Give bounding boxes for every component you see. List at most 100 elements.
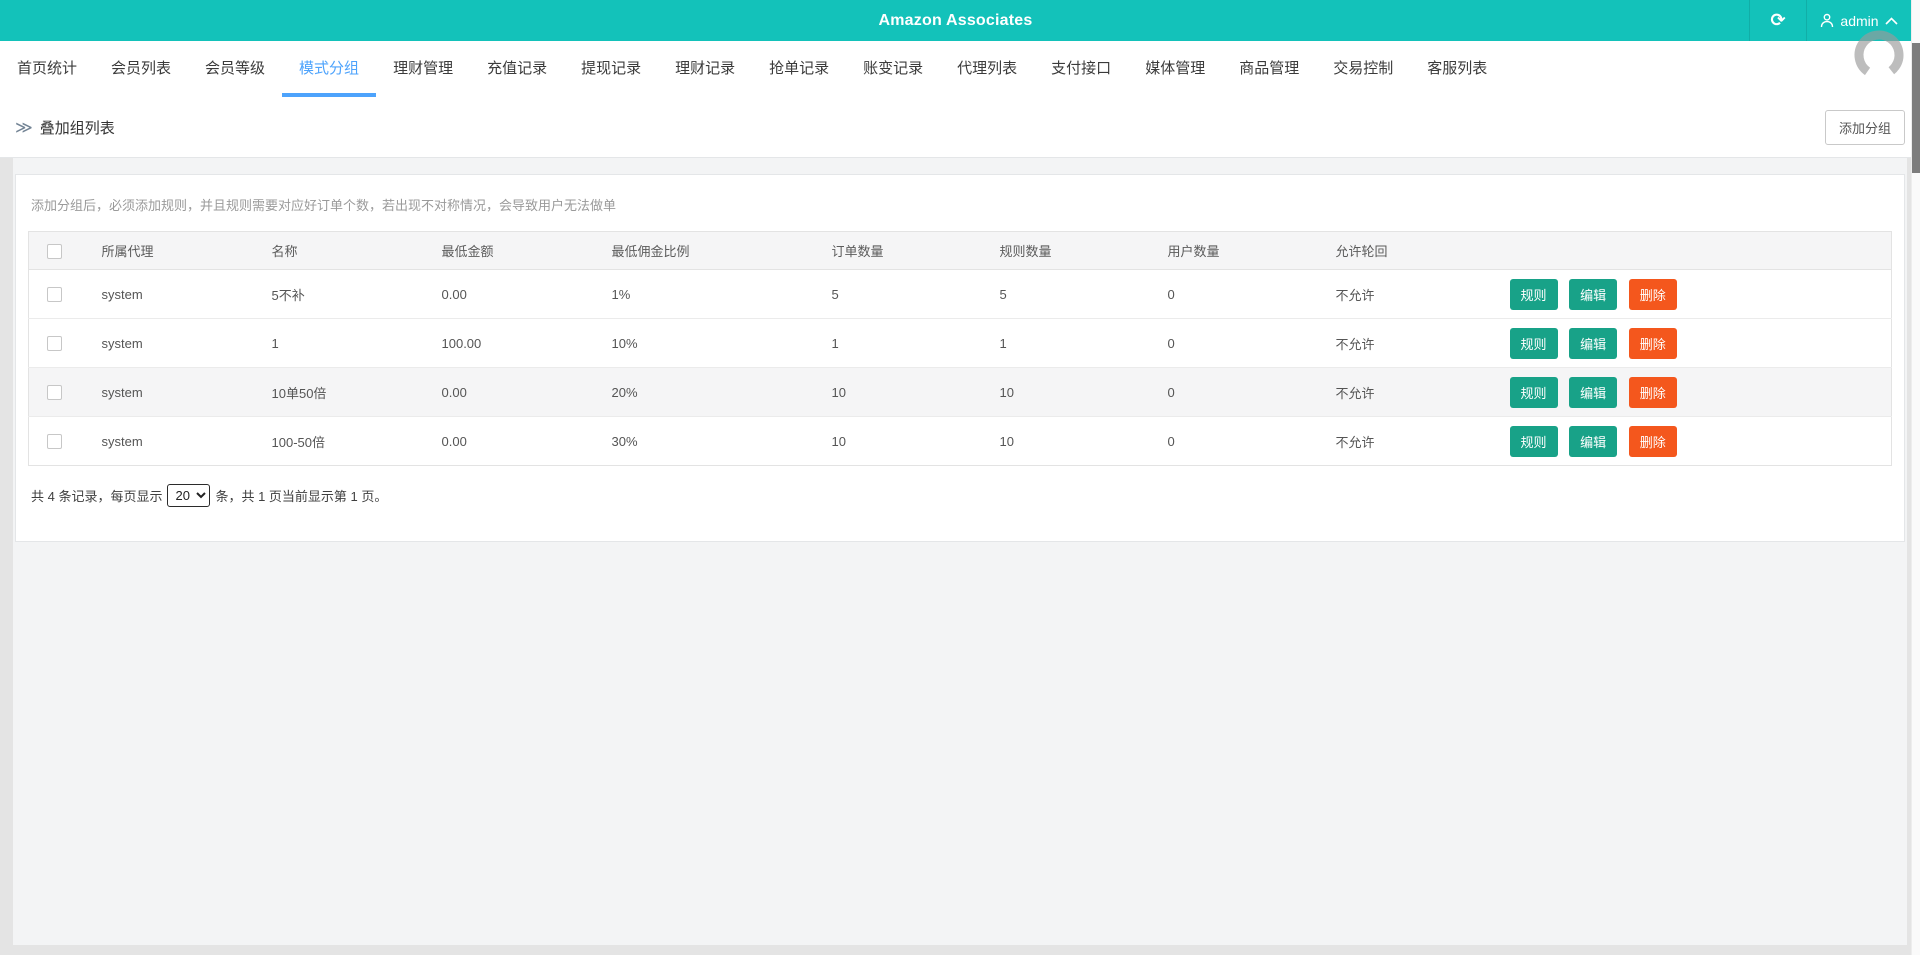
col-rule-count: 规则数量 bbox=[981, 231, 1150, 270]
refresh-icon: ⟳ bbox=[1770, 10, 1786, 30]
app-header: Amazon Associates ⟳ admin bbox=[0, 0, 1911, 41]
row-checkbox[interactable] bbox=[47, 287, 62, 303]
username-label: admin bbox=[1840, 12, 1879, 29]
tab-home-stats[interactable]: 首页统计 bbox=[0, 41, 94, 97]
cell-name: 100-50倍 bbox=[253, 416, 424, 466]
cell-min-amount: 0.00 bbox=[423, 416, 594, 466]
cell-allow-cycle: 不允许 bbox=[1317, 367, 1488, 417]
cell-min-commission: 10% bbox=[593, 318, 814, 368]
cell-rule-count: 10 bbox=[981, 416, 1150, 466]
main-nav-tabs: 首页统计 会员列表 会员等级 模式分组 理财管理 充值记录 提现记录 理财记录 … bbox=[0, 41, 1920, 97]
cell-order-count: 5 bbox=[813, 269, 982, 319]
pagination-suffix: 条，共 1 页当前显示第 1 页。 bbox=[215, 489, 388, 504]
edit-button[interactable]: 编辑 bbox=[1569, 425, 1618, 457]
tab-agent-list[interactable]: 代理列表 bbox=[940, 41, 1034, 97]
tab-finance-records[interactable]: 理财记录 bbox=[658, 41, 752, 97]
table-row: system 1 100.00 10% 1 1 0 不允许 规则 编辑 删除 bbox=[28, 318, 1892, 368]
col-user-count: 用户数量 bbox=[1149, 231, 1318, 270]
edit-button[interactable]: 编辑 bbox=[1569, 327, 1618, 359]
tab-product-manage[interactable]: 商品管理 bbox=[1222, 41, 1316, 97]
row-checkbox[interactable] bbox=[47, 336, 62, 352]
cell-order-count: 1 bbox=[813, 318, 982, 368]
row-checkbox[interactable] bbox=[47, 385, 62, 401]
add-group-button[interactable]: 添加分组 bbox=[1824, 109, 1905, 145]
table-row: system 100-50倍 0.00 30% 10 10 0 不允许 规则 编… bbox=[28, 416, 1892, 466]
cell-allow-cycle: 不允许 bbox=[1317, 318, 1488, 368]
app-title: Amazon Associates bbox=[878, 11, 1033, 29]
page-wrapper: 添加分组后，必须添加规则，并且规则需要对应好订单个数，若出现不对称情况，会导致用… bbox=[13, 158, 1907, 945]
col-order-count: 订单数量 bbox=[813, 231, 982, 270]
cell-min-commission: 1% bbox=[593, 269, 814, 319]
pagination-prefix: 共 4 条记录，每页显示 bbox=[31, 489, 163, 504]
tab-account-change-records[interactable]: 账变记录 bbox=[846, 41, 940, 97]
rule-button[interactable]: 规则 bbox=[1509, 376, 1558, 408]
cell-agent: system bbox=[83, 318, 254, 368]
rule-button[interactable]: 规则 bbox=[1509, 327, 1558, 359]
tab-grab-order-records[interactable]: 抢单记录 bbox=[752, 41, 846, 97]
vertical-scrollbar[interactable] bbox=[1911, 0, 1920, 955]
tab-mode-group[interactable]: 模式分组 bbox=[282, 41, 377, 97]
tab-payment-api[interactable]: 支付接口 bbox=[1034, 41, 1128, 97]
cell-min-amount: 100.00 bbox=[423, 318, 594, 368]
cell-order-count: 10 bbox=[813, 367, 982, 417]
delete-button[interactable]: 删除 bbox=[1628, 327, 1677, 359]
cell-allow-cycle: 不允许 bbox=[1317, 416, 1488, 466]
cell-min-amount: 0.00 bbox=[423, 269, 594, 319]
delete-button[interactable]: 删除 bbox=[1628, 376, 1677, 408]
cell-min-commission: 20% bbox=[593, 367, 814, 417]
tab-member-list[interactable]: 会员列表 bbox=[94, 41, 188, 97]
tab-member-level[interactable]: 会员等级 bbox=[188, 41, 282, 97]
col-agent: 所属代理 bbox=[83, 231, 254, 270]
header-right-controls: ⟳ admin bbox=[1749, 0, 1911, 41]
group-table: 所属代理 名称 最低金额 最低佣金比例 订单数量 规则数量 用户数量 允许轮回 … bbox=[28, 231, 1892, 466]
col-min-commission: 最低佣金比例 bbox=[593, 231, 814, 270]
table-header-row: 所属代理 名称 最低金额 最低佣金比例 订单数量 规则数量 用户数量 允许轮回 bbox=[28, 231, 1892, 270]
cell-name: 10单50倍 bbox=[253, 367, 424, 417]
cell-agent: system bbox=[83, 367, 254, 417]
cell-name: 5不补 bbox=[253, 269, 424, 319]
tab-trade-control[interactable]: 交易控制 bbox=[1316, 41, 1410, 97]
tab-media-manage[interactable]: 媒体管理 bbox=[1128, 41, 1222, 97]
rule-button[interactable]: 规则 bbox=[1509, 278, 1558, 310]
col-allow-cycle: 允许轮回 bbox=[1317, 231, 1488, 270]
refresh-button[interactable]: ⟳ bbox=[1749, 0, 1807, 41]
cell-user-count: 0 bbox=[1149, 269, 1318, 319]
edit-button[interactable]: 编辑 bbox=[1569, 376, 1618, 408]
cell-min-commission: 30% bbox=[593, 416, 814, 466]
breadcrumb-chevron-icon: ≫ bbox=[15, 117, 33, 137]
tab-recharge-records[interactable]: 充值记录 bbox=[470, 41, 564, 97]
cell-user-count: 0 bbox=[1149, 416, 1318, 466]
chevron-up-icon bbox=[1884, 16, 1898, 25]
row-checkbox[interactable] bbox=[47, 434, 62, 450]
cell-min-amount: 0.00 bbox=[423, 367, 594, 417]
tab-withdraw-records[interactable]: 提现记录 bbox=[564, 41, 658, 97]
cell-rule-count: 5 bbox=[981, 269, 1150, 319]
cell-allow-cycle: 不允许 bbox=[1317, 269, 1488, 319]
cell-rule-count: 10 bbox=[981, 367, 1150, 417]
cell-user-count: 0 bbox=[1149, 367, 1318, 417]
edit-button[interactable]: 编辑 bbox=[1569, 278, 1618, 310]
cell-order-count: 10 bbox=[813, 416, 982, 466]
breadcrumb-bar: ≫ 叠加组列表 添加分组 bbox=[0, 97, 1920, 158]
cell-rule-count: 1 bbox=[981, 318, 1150, 368]
select-all-checkbox[interactable] bbox=[47, 243, 62, 259]
delete-button[interactable]: 删除 bbox=[1628, 278, 1677, 310]
cell-agent: system bbox=[83, 269, 254, 319]
scrollbar-thumb[interactable] bbox=[1912, 43, 1920, 173]
per-page-select[interactable]: 20 bbox=[167, 484, 211, 507]
cell-user-count: 0 bbox=[1149, 318, 1318, 368]
group-list-panel: 添加分组后，必须添加规则，并且规则需要对应好订单个数，若出现不对称情况，会导致用… bbox=[15, 174, 1905, 542]
cell-agent: system bbox=[83, 416, 254, 466]
col-name: 名称 bbox=[253, 231, 424, 270]
pagination-bar: 共 4 条记录，每页显示 20 条，共 1 页当前显示第 1 页。 bbox=[28, 484, 1892, 507]
tab-finance-manage[interactable]: 理财管理 bbox=[376, 41, 470, 97]
user-menu-button[interactable]: admin bbox=[1807, 0, 1911, 41]
panel-hint-text: 添加分组后，必须添加规则，并且规则需要对应好订单个数，若出现不对称情况，会导致用… bbox=[31, 198, 617, 213]
col-min-amount: 最低金额 bbox=[423, 231, 594, 270]
delete-button[interactable]: 删除 bbox=[1628, 425, 1677, 457]
tab-service-list[interactable]: 客服列表 bbox=[1410, 41, 1504, 97]
table-row: system 10单50倍 0.00 20% 10 10 0 不允许 规则 编辑… bbox=[28, 367, 1892, 417]
page-title: 叠加组列表 bbox=[39, 119, 115, 137]
table-row: system 5不补 0.00 1% 5 5 0 不允许 规则 编辑 删除 bbox=[28, 269, 1892, 319]
rule-button[interactable]: 规则 bbox=[1509, 425, 1558, 457]
